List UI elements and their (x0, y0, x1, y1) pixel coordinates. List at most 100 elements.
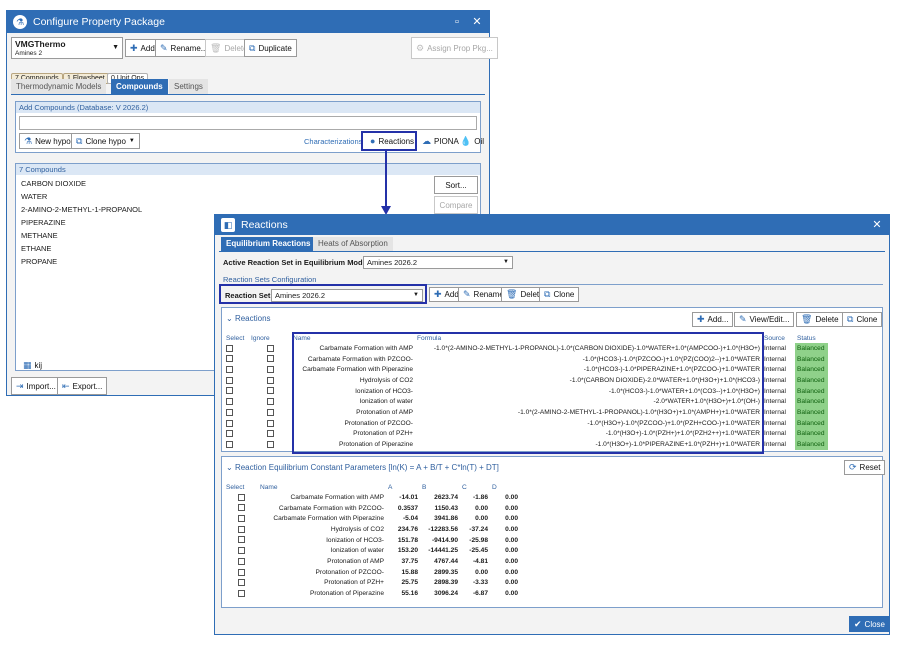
select-checkbox[interactable] (237, 589, 245, 597)
column-header[interactable]: C (460, 482, 490, 492)
select-cell[interactable] (224, 386, 249, 397)
select-checkbox[interactable] (237, 536, 245, 544)
keq-c[interactable]: -3.33 (460, 578, 490, 589)
select-checkbox[interactable] (237, 547, 245, 555)
select-checkbox[interactable] (237, 525, 245, 533)
keq-c[interactable]: -1.86 (460, 492, 490, 503)
kij-button[interactable]: ▦ kij (19, 359, 46, 371)
select-checkbox[interactable] (237, 493, 245, 501)
close-icon[interactable]: ✕ (469, 14, 485, 30)
active-set-select[interactable]: Amines 2026.2 ▼ (363, 256, 513, 269)
select-cell[interactable] (224, 375, 249, 386)
column-header[interactable]: Source (762, 333, 795, 343)
keq-b[interactable]: -12283.56 (420, 524, 460, 535)
keq-a[interactable]: 153.20 (386, 545, 420, 556)
keq-a[interactable]: 234.76 (386, 524, 420, 535)
compound-search-input[interactable] (19, 116, 477, 130)
table-row[interactable]: Protonation of PZH+ 25.75 2898.39 -3.33 0.00 (224, 578, 520, 589)
select-checkbox[interactable] (226, 387, 233, 395)
ignore-cell[interactable] (249, 386, 291, 397)
keq-a[interactable]: -5.04 (386, 513, 420, 524)
keq-a[interactable]: 25.75 (386, 578, 420, 589)
keq-b[interactable]: 2899.35 (420, 567, 460, 578)
add-reaction-button[interactable]: ✚ Add... (692, 312, 734, 327)
view-edit-reaction-button[interactable]: ✎ View/Edit... (734, 312, 795, 327)
tab-thermodynamic-models[interactable]: Thermodynamic Models (11, 79, 107, 94)
select-cell[interactable] (224, 503, 258, 514)
table-row[interactable]: Ionization of HCO3- 151.78 -9414.90 -25.98 0… (224, 535, 520, 546)
select-cell[interactable] (224, 545, 258, 556)
list-item[interactable]: CARBON DIOXIDE (21, 179, 86, 188)
tab-equilibrium-reactions[interactable]: Equilibrium Reactions (221, 237, 316, 251)
select-cell[interactable] (224, 578, 258, 589)
new-hypo-button[interactable]: ⚗ New hypo (19, 133, 76, 149)
list-item[interactable]: PROPANE (21, 257, 57, 266)
table-row[interactable]: Carbamate Formation with AMP -14.01 2623.7… (224, 492, 520, 503)
ignore-cell[interactable] (249, 407, 291, 418)
select-cell[interactable] (224, 567, 258, 578)
compare-button[interactable]: Compare (434, 196, 478, 214)
ignore-cell[interactable] (249, 429, 291, 440)
ignore-checkbox[interactable] (266, 387, 274, 395)
select-checkbox[interactable] (226, 440, 233, 448)
select-cell[interactable] (224, 556, 258, 567)
select-cell[interactable] (224, 364, 249, 375)
column-header[interactable]: Ignore (249, 333, 291, 343)
keq-d[interactable]: 0.00 (490, 503, 520, 514)
export-button[interactable]: ⇤ Export... (57, 377, 108, 395)
select-cell[interactable] (224, 407, 249, 418)
duplicate-package-button[interactable]: ⧉ Duplicate (244, 39, 297, 57)
select-checkbox[interactable] (237, 557, 245, 565)
keq-d[interactable]: 0.00 (490, 588, 520, 599)
keq-a[interactable]: 55.16 (386, 588, 420, 599)
select-checkbox[interactable] (237, 579, 245, 587)
select-cell[interactable] (224, 588, 258, 599)
column-header[interactable]: Select (224, 333, 249, 343)
keq-b[interactable]: 2898.39 (420, 578, 460, 589)
ignore-checkbox[interactable] (266, 440, 274, 448)
keq-d[interactable]: 0.00 (490, 556, 520, 567)
column-header[interactable]: B (420, 482, 460, 492)
select-checkbox[interactable] (226, 430, 233, 438)
keq-c[interactable]: 0.00 (460, 567, 490, 578)
keq-b[interactable]: 2623.74 (420, 492, 460, 503)
select-checkbox[interactable] (237, 568, 245, 576)
select-cell[interactable] (224, 354, 249, 365)
keq-c[interactable]: -25.98 (460, 535, 490, 546)
select-checkbox[interactable] (237, 504, 245, 512)
keq-d[interactable]: 0.00 (490, 545, 520, 556)
keq-b[interactable]: -9414.90 (420, 535, 460, 546)
select-cell[interactable] (224, 513, 258, 524)
column-header[interactable]: D (490, 482, 520, 492)
ignore-cell[interactable] (249, 375, 291, 386)
tab-compounds[interactable]: Compounds (111, 79, 168, 94)
clone-reaction-set-button[interactable]: ⧉ Clone (539, 287, 580, 302)
keq-d[interactable]: 0.00 (490, 513, 520, 524)
keq-c[interactable]: -37.24 (460, 524, 490, 535)
tab-heats-of-absorption[interactable]: Heats of Absorption (313, 237, 393, 251)
select-checkbox[interactable] (226, 376, 233, 384)
list-item[interactable]: PIPERAZINE (21, 218, 66, 227)
clone-hypo-button[interactable]: ⧉ Clone hypo ▼ (71, 133, 140, 149)
ignore-cell[interactable] (249, 418, 291, 429)
ignore-checkbox[interactable] (266, 398, 274, 406)
list-item[interactable]: WATER (21, 192, 47, 201)
select-cell[interactable] (224, 439, 249, 450)
delete-reaction-button[interactable]: 🗑 Delete (796, 312, 844, 327)
table-row[interactable]: Protonation of AMP 37.75 4767.44 -4.81 0.00 (224, 556, 520, 567)
ignore-cell[interactable] (249, 439, 291, 450)
ignore-cell[interactable] (249, 354, 291, 365)
import-button[interactable]: ⇥ Import... (11, 377, 61, 395)
keq-d[interactable]: 0.00 (490, 535, 520, 546)
ignore-checkbox[interactable] (266, 419, 274, 427)
keq-c[interactable]: -4.81 (460, 556, 490, 567)
ignore-cell[interactable] (249, 343, 291, 354)
keq-a[interactable]: 151.78 (386, 535, 420, 546)
reactions-section-header[interactable]: ⌄ Reactions (226, 314, 271, 323)
ignore-cell[interactable] (249, 396, 291, 407)
sort-button[interactable]: Sort... (434, 176, 478, 194)
select-cell[interactable] (224, 492, 258, 503)
table-row[interactable]: Protonation of Piperazine 55.16 3096.24 -6.… (224, 588, 520, 599)
select-cell[interactable] (224, 418, 249, 429)
rename-package-button[interactable]: ✎ Rename... (155, 39, 213, 57)
